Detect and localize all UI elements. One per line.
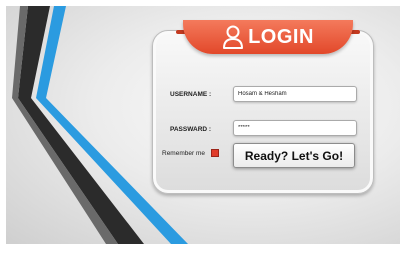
username-input[interactable]	[233, 86, 357, 102]
password-input[interactable]	[233, 120, 357, 136]
submit-button[interactable]: Ready? Let's Go!	[233, 143, 355, 168]
username-label: USERNAME :	[170, 91, 212, 98]
remember-me-checkbox[interactable]	[211, 149, 219, 157]
user-icon	[223, 25, 244, 49]
password-label: PASSWARD :	[170, 126, 212, 133]
login-title: LOGIN	[248, 25, 314, 48]
login-header: LOGIN	[183, 20, 353, 54]
remember-me-label: Remember me	[162, 150, 205, 157]
login-card	[152, 30, 374, 194]
dark-stripe	[18, 6, 144, 244]
